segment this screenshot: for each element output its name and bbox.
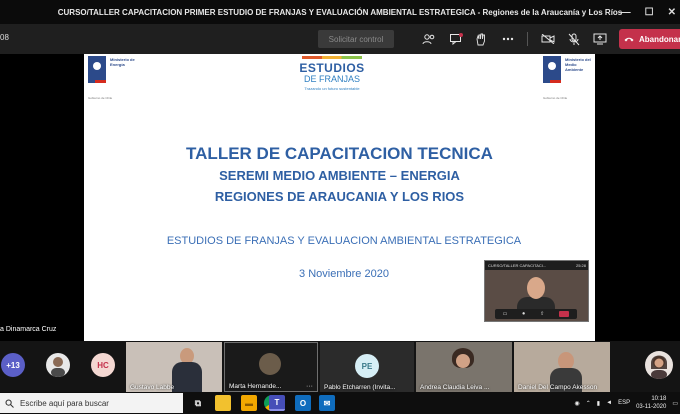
taskbar-clock[interactable]: 10:18 03-11-2020 — [636, 395, 666, 411]
participant-initials-pe: PE — [355, 354, 379, 378]
participant-more-icon[interactable]: ··· — [306, 383, 313, 390]
participants-strip: +13 HC Gustavo Labbe Marta Hernande... ·… — [0, 341, 680, 392]
ministry-environment-gov: Gobierno de Chile — [543, 96, 568, 100]
participant-avatar[interactable] — [46, 353, 70, 377]
raise-hand-icon[interactable] — [472, 30, 490, 48]
shared-content-stage: Ministerio de Energía Gobierno de Chile … — [0, 54, 680, 341]
notifications-icon[interactable]: ▭ — [672, 400, 678, 407]
estudios-franjas-logo: ESTUDIOS DE FRANJAS Trazando un futuro s… — [292, 56, 372, 91]
participant-name: Gustavo Labbe — [130, 384, 175, 391]
mini-window-title: CURSO/TALLER CAPACITACI... — [488, 263, 547, 268]
microphone-off-icon[interactable] — [565, 30, 583, 48]
logo-color-bar — [302, 56, 362, 59]
presenter-name: a Dinamarca Cruz — [0, 326, 57, 333]
logo-line2: DE FRANJAS — [303, 74, 360, 84]
mini-window-timer: 25:28 — [575, 263, 586, 268]
task-view-icon[interactable]: ⧉ — [190, 395, 206, 411]
more-options-icon[interactable] — [499, 30, 517, 48]
window-controls: — ☐ ✕ — [621, 0, 676, 24]
mail-icon[interactable]: ✉ — [319, 395, 335, 411]
chat-icon[interactable] — [447, 30, 465, 48]
mini-meeting-window[interactable]: CURSO/TALLER CAPACITACI... 25:28 ▭ ⏺ ⇧ — [484, 260, 589, 322]
phone-hangup-icon — [624, 37, 634, 42]
request-control-button[interactable]: Solicitar control — [318, 30, 394, 48]
chile-crest-icon — [88, 56, 106, 80]
language-indicator[interactable]: ESP — [618, 400, 630, 406]
slide-subtitle-2: REGIONES DE ARAUCANIA Y LOS RIOS — [214, 189, 465, 204]
participant-name: Daniel Del Campo Akesson — [518, 384, 598, 391]
mini-camera-icon[interactable]: ▭ — [503, 311, 508, 317]
mini-share-icon[interactable]: ⇧ — [540, 311, 544, 317]
mini-video-face — [527, 277, 545, 299]
ministry-energy-text: Ministerio de Energía — [110, 57, 135, 67]
close-button[interactable]: ✕ — [668, 7, 676, 18]
window-title: CURSO/TALLER CAPACITACION PRIMER ESTUDIO… — [57, 7, 623, 17]
mini-window-controls: ▭ ⏺ ⇧ — [495, 309, 577, 319]
toolbar-separator — [527, 32, 528, 46]
participant-tile[interactable]: Daniel Del Campo Akesson — [514, 342, 610, 392]
meeting-toolbar: 08 Solicitar control Abandonar — [0, 24, 680, 54]
participant-avatar — [259, 353, 281, 375]
participant-tile[interactable]: PE Pablo Etcharren (Invita... — [320, 342, 414, 392]
mini-mic-icon[interactable]: ⏺ — [522, 311, 525, 317]
volume-icon[interactable]: ◄ — [606, 400, 612, 406]
outlook-icon[interactable]: O — [295, 395, 311, 411]
taskbar-search[interactable]: Escribe aquí para buscar — [0, 393, 183, 413]
mini-window-header: CURSO/TALLER CAPACITACI... 25:28 — [485, 261, 588, 270]
clock-time: 10:18 — [651, 396, 667, 402]
participant-tile[interactable]: Andrea Claudia Leiva ... — [416, 342, 512, 392]
maximize-button[interactable]: ☐ — [645, 7, 654, 18]
participant-tile[interactable]: Gustavo Labbe — [126, 342, 222, 392]
teams-icon[interactable]: T — [269, 395, 285, 411]
mini-hangup-button[interactable] — [559, 311, 570, 317]
participant-name: Pablo Etcharren (Invita... — [324, 384, 396, 391]
search-placeholder: Escribe aquí para buscar — [20, 398, 109, 408]
network-icon[interactable]: ▮ — [597, 400, 600, 407]
minimize-button[interactable]: — — [621, 7, 631, 18]
windows-taskbar: Escribe aquí para buscar ⧉ ▬ T O ✉ ◉ ⌃ ▮… — [0, 392, 680, 414]
participant-face — [456, 354, 470, 368]
search-icon — [5, 399, 14, 408]
ministry-environment-text: Ministerio del Medio Ambiente — [565, 57, 591, 72]
leave-button[interactable]: Abandonar — [619, 29, 680, 49]
flag-bar — [543, 80, 561, 83]
ministry-energy-logo: Ministerio de Energía Gobierno de Chile — [84, 54, 136, 102]
participant-avatar[interactable] — [645, 351, 673, 379]
leave-label: Abandonar — [639, 34, 680, 44]
flag-bar — [88, 80, 106, 83]
logo-tagline: Trazando un futuro sustentable — [304, 86, 360, 91]
slide-title: TALLER DE CAPACITACION TECNICA — [186, 144, 493, 163]
logo-line1: ESTUDIOS — [299, 61, 365, 75]
participant-body — [172, 362, 202, 392]
ministry-environment-logo: Ministerio del Medio Ambiente Gobierno d… — [539, 54, 591, 102]
meeting-timer: 08 — [0, 33, 9, 42]
chile-crest-icon — [543, 56, 561, 80]
notification-contact-icon[interactable]: ◉ — [575, 400, 580, 407]
participant-tile-active[interactable]: Marta Hernande... ··· — [224, 342, 318, 392]
camera-off-icon[interactable] — [539, 30, 557, 48]
participant-name: Andrea Claudia Leiva ... — [420, 384, 490, 391]
window-title-bar: CURSO/TALLER CAPACITACION PRIMER ESTUDIO… — [0, 0, 680, 24]
sticky-notes-icon[interactable] — [215, 395, 231, 411]
file-explorer-icon[interactable]: ▬ — [241, 395, 257, 411]
participant-initials-hc[interactable]: HC — [91, 353, 115, 377]
participants-icon[interactable] — [420, 30, 438, 48]
slide-line-4: ESTUDIOS DE FRANJAS Y EVALUACION AMBIENT… — [166, 235, 522, 247]
slide-subtitle-1: SEREMI MEDIO AMBIENTE – ENERGIA — [219, 168, 460, 183]
clock-date: 03-11-2020 — [636, 404, 667, 410]
tray-overflow-icon[interactable]: ⌃ — [586, 400, 591, 407]
ministry-energy-gov: Gobierno de Chile — [88, 96, 113, 100]
more-participants-badge[interactable]: +13 — [1, 353, 25, 377]
participant-name: Marta Hernande... — [229, 383, 282, 390]
system-tray: ◉ ⌃ ▮ ◄ ESP 10:18 03-11-2020 ▭ — [575, 392, 678, 414]
share-screen-icon[interactable] — [591, 30, 609, 48]
